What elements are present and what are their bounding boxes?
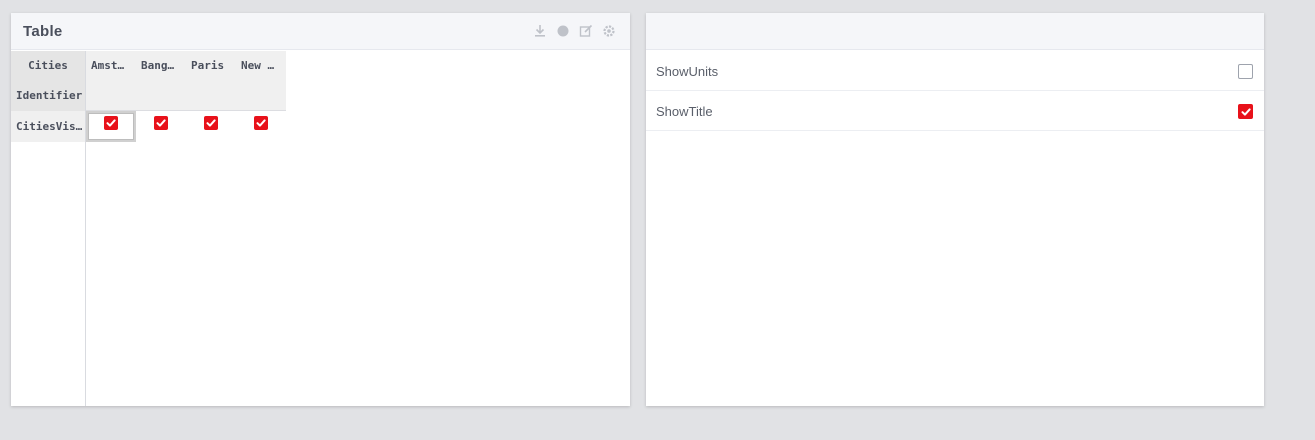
property-label: ShowTitle xyxy=(656,104,713,119)
properties-panel: ShowUnits ShowTitle xyxy=(646,13,1264,406)
show-title-checkbox[interactable] xyxy=(1238,104,1253,119)
show-units-checkbox[interactable] xyxy=(1238,64,1253,79)
column-header-amsterdam[interactable]: Amst… xyxy=(86,51,136,81)
check-icon[interactable] xyxy=(154,115,168,130)
check-icon[interactable] xyxy=(204,115,218,130)
row-header-cities[interactable]: Cities xyxy=(11,51,85,81)
column-header-row: Amst… Bang… Paris New … xyxy=(86,51,286,111)
properties-panel-header xyxy=(646,13,1264,50)
download-icon[interactable] xyxy=(533,24,547,38)
column-header-bangkok[interactable]: Bang… xyxy=(136,51,186,81)
check-icon[interactable] xyxy=(104,115,118,130)
property-row-show-units: ShowUnits xyxy=(646,51,1264,91)
chat-icon[interactable] xyxy=(556,24,570,38)
table-row xyxy=(86,111,286,142)
property-list: ShowUnits ShowTitle xyxy=(646,51,1264,131)
table-panel-header: Table xyxy=(11,13,630,50)
table-cell[interactable] xyxy=(236,111,286,142)
table-cell[interactable] xyxy=(186,111,236,142)
table-cell[interactable] xyxy=(136,111,186,142)
check-icon[interactable] xyxy=(254,115,268,130)
property-row-show-title: ShowTitle xyxy=(646,91,1264,131)
header-toolbar xyxy=(533,24,616,38)
row-header-identifier[interactable]: Identifier xyxy=(11,81,85,111)
row-header-column: Cities Identifier CitiesVisit… xyxy=(11,51,86,406)
table-grid: Cities Identifier CitiesVisit… Amst… Ban… xyxy=(11,51,630,406)
panel-title: Table xyxy=(23,23,63,40)
row-label-cities-visited[interactable]: CitiesVisit… xyxy=(11,111,85,142)
column-header-new-york[interactable]: New … xyxy=(236,51,286,81)
settings-icon[interactable] xyxy=(602,24,616,38)
edit-icon[interactable] xyxy=(579,24,593,38)
table-panel: Table Cities Identifier CitiesVisit… Ams… xyxy=(11,13,630,406)
column-header-paris[interactable]: Paris xyxy=(186,51,236,81)
property-label: ShowUnits xyxy=(656,64,719,79)
table-cell[interactable] xyxy=(86,111,136,142)
